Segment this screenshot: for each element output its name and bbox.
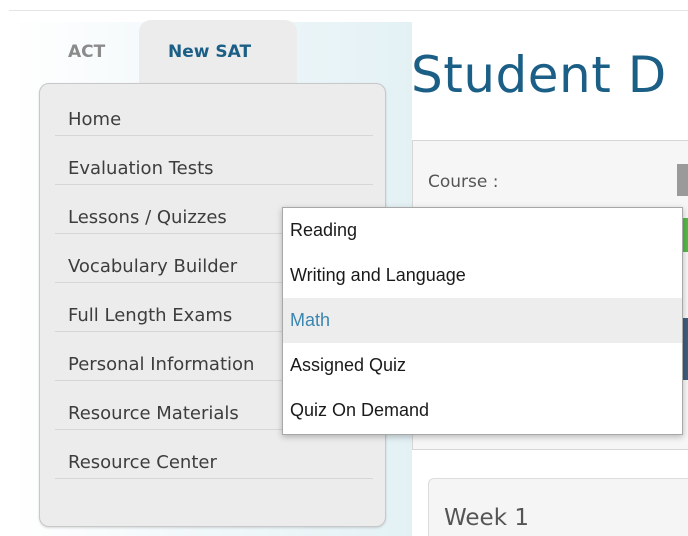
page-title: Student D	[411, 46, 667, 104]
dropdown-item-assigned-quiz[interactable]: Assigned Quiz	[283, 343, 682, 388]
course-label: Course :	[428, 172, 499, 192]
sidebar-item-home[interactable]: Home	[55, 87, 373, 136]
blue-action-button[interactable]	[683, 318, 688, 380]
sidebar-item-resource-center[interactable]: Resource Center	[55, 430, 373, 479]
tab-new-sat[interactable]: New SAT	[139, 20, 297, 86]
course-dropdown-list: Reading Writing and Language Math Assign…	[282, 207, 683, 435]
left-margin	[0, 0, 9, 536]
dropdown-item-reading[interactable]: Reading	[283, 208, 682, 253]
dropdown-item-quiz-on-demand[interactable]: Quiz On Demand	[283, 388, 682, 433]
dropdown-item-writing-and-language[interactable]: Writing and Language	[283, 253, 682, 298]
dropdown-item-math[interactable]: Math	[283, 298, 682, 343]
course-select-button[interactable]	[677, 164, 688, 196]
week-label: Week 1	[444, 505, 529, 531]
top-divider	[0, 10, 688, 11]
sidebar-item-evaluation-tests[interactable]: Evaluation Tests	[55, 136, 373, 185]
tab-act[interactable]: ACT	[46, 24, 136, 84]
